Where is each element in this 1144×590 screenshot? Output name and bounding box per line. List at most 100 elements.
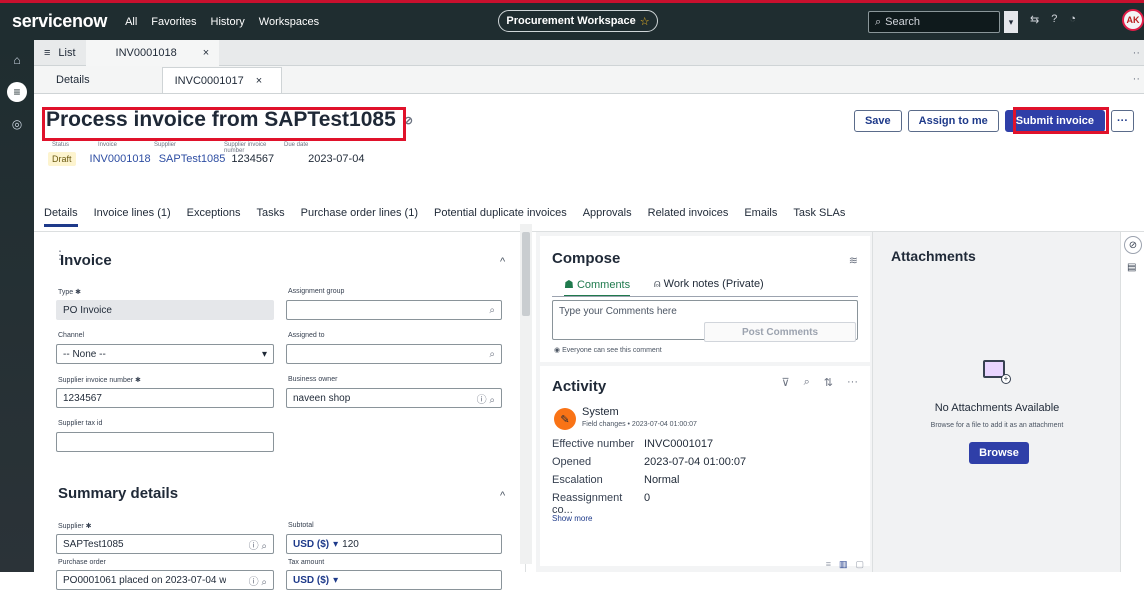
- tax-amount-input[interactable]: USD ($) ▾: [286, 570, 502, 590]
- due-date-value: 2023-07-04: [308, 153, 365, 165]
- activity-avatar: ✎: [554, 408, 576, 430]
- overflow-icon[interactable]: ··: [1133, 47, 1140, 59]
- search-icon[interactable]: ⌕: [261, 577, 267, 588]
- rtab-emails[interactable]: Emails: [744, 207, 777, 227]
- scrollbar-thumb[interactable]: [522, 232, 530, 316]
- global-search[interactable]: ⌕ Search: [868, 11, 1000, 33]
- supplier-invoice-number-input[interactable]: 1234567: [56, 388, 274, 408]
- tab-details[interactable]: Details: [44, 67, 102, 93]
- search-icon[interactable]: ⌕: [489, 395, 495, 406]
- document-icon[interactable]: ▤: [1127, 262, 1136, 273]
- nav-all[interactable]: All: [125, 16, 137, 28]
- chevron-down-icon: ▾: [333, 538, 339, 550]
- info-icon[interactable]: ⓘ: [249, 577, 259, 588]
- attachment-icon[interactable]: ⊘: [1124, 236, 1142, 254]
- workspace-tabs: ≡ List INV0001018 × ··: [34, 39, 1144, 66]
- collapse-invoice-icon[interactable]: ^: [500, 256, 505, 268]
- post-comments-button[interactable]: Post Comments: [704, 322, 856, 342]
- activity-value: INVC0001017: [644, 438, 714, 450]
- tab-comments[interactable]: ☗ Comments: [564, 278, 631, 297]
- help-icon[interactable]: ?: [1051, 13, 1057, 26]
- nav-workspaces[interactable]: Workspaces: [259, 16, 319, 28]
- channel-select[interactable]: -- None -- ▾: [56, 344, 274, 364]
- business-owner-value: naveen shop: [293, 392, 351, 404]
- overflow-icon[interactable]: ··: [1133, 73, 1140, 85]
- lock-icon: ⍝: [654, 278, 661, 290]
- assignment-group-input[interactable]: ⌕: [286, 300, 502, 320]
- form-scrollbar[interactable]: [520, 224, 532, 564]
- invoice-link[interactable]: INV0001018: [90, 153, 151, 165]
- notification-bell-icon[interactable]: ◔: [1069, 13, 1076, 26]
- assign-to-me-button[interactable]: Assign to me: [907, 110, 999, 132]
- subtotal-input[interactable]: USD ($) ▾ 120: [286, 534, 502, 554]
- search-icon[interactable]: ⌕: [489, 349, 495, 360]
- supplier-invoice-number-label: Supplier invoice number ✱: [58, 377, 141, 384]
- full-view-icon[interactable]: ▢: [855, 559, 864, 570]
- tab-list[interactable]: ≡ List: [34, 40, 86, 66]
- comment-tabs-divider: [552, 296, 858, 297]
- supplier-tax-id-label: Supplier tax id: [58, 420, 103, 427]
- tab-invoice-label: INVC0001017: [174, 74, 244, 87]
- tab-record-label: INV0001018: [115, 46, 177, 59]
- search-scope-dropdown[interactable]: ▾: [1004, 11, 1018, 33]
- purchase-order-input[interactable]: PO0001061 placed on 2023-07-04 w ⓘ ⌕: [56, 570, 274, 590]
- info-icon[interactable]: ⓘ: [249, 541, 259, 552]
- activity-subtitle: Field changes • 2023-07-04 01:00:07: [582, 421, 697, 428]
- assigned-to-input[interactable]: ⌕: [286, 344, 502, 364]
- section-title-summary: Summary details: [58, 485, 179, 502]
- save-button[interactable]: Save: [853, 110, 902, 132]
- collapse-summary-icon[interactable]: ^: [500, 490, 505, 502]
- nav-favorites[interactable]: Favorites: [151, 16, 196, 28]
- translate-icon[interactable]: ⇆: [1030, 13, 1039, 26]
- tab-work-notes[interactable]: ⍝ Work notes (Private): [654, 278, 764, 291]
- rtab-po-lines[interactable]: Purchase order lines (1): [301, 207, 418, 227]
- tax-amount-label: Tax amount: [288, 559, 325, 566]
- channel-label: Channel: [58, 332, 85, 339]
- more-actions-button[interactable]: ···: [1111, 110, 1134, 132]
- tax-currency[interactable]: USD ($): [293, 575, 329, 586]
- filter-settings-icon[interactable]: ≋: [849, 254, 858, 267]
- search-icon[interactable]: ⌕: [804, 376, 810, 389]
- filter-icon[interactable]: ⊽: [782, 376, 790, 389]
- workspace-pill[interactable]: Procurement Workspace ☆: [498, 10, 658, 32]
- browse-button[interactable]: Browse: [969, 442, 1029, 464]
- rtab-exceptions[interactable]: Exceptions: [187, 207, 241, 227]
- rtab-details[interactable]: Details: [44, 207, 78, 227]
- tab-invoice-record[interactable]: INVC0001017 ×: [161, 67, 282, 93]
- close-icon[interactable]: ×: [203, 47, 209, 59]
- nav-history[interactable]: History: [211, 16, 245, 28]
- star-icon[interactable]: ☆: [640, 15, 650, 28]
- type-field: PO Invoice: [56, 300, 274, 320]
- servicenow-logo[interactable]: servicenow: [12, 11, 107, 32]
- supplier-tax-id-input[interactable]: [56, 432, 274, 452]
- search-icon[interactable]: ⌕: [489, 305, 495, 316]
- business-owner-input[interactable]: naveen shop ⓘ ⌕: [286, 388, 502, 408]
- supplier-value: SAPTest1085: [63, 538, 124, 550]
- user-avatar[interactable]: AK: [1122, 9, 1144, 31]
- list-icon[interactable]: ≡: [7, 82, 27, 102]
- search-icon[interactable]: ⌕: [261, 541, 267, 552]
- activity-row: Effective number INVC0001017: [552, 438, 713, 450]
- rtab-approvals[interactable]: Approvals: [583, 207, 632, 227]
- close-icon[interactable]: ×: [256, 75, 262, 87]
- more-icon[interactable]: ···: [847, 376, 858, 389]
- list-view-icon[interactable]: ≡: [826, 559, 831, 570]
- tab-record[interactable]: INV0001018 ×: [85, 39, 220, 66]
- rtab-task-slas[interactable]: Task SLAs: [793, 207, 845, 227]
- dashboard-icon[interactable]: ◎: [7, 114, 27, 134]
- home-icon[interactable]: ⌂: [7, 50, 27, 70]
- business-owner-label: Business owner: [288, 376, 338, 383]
- empty-title: No Attachments Available: [934, 402, 1060, 414]
- show-more-link[interactable]: Show more: [552, 514, 592, 523]
- split-view-icon[interactable]: ▥: [839, 559, 848, 570]
- supplier-link[interactable]: SAPTest1085: [159, 153, 226, 165]
- rtab-potential-duplicates[interactable]: Potential duplicate invoices: [434, 207, 567, 227]
- subtotal-currency[interactable]: USD ($): [293, 539, 329, 550]
- supplier-input[interactable]: SAPTest1085 ⓘ ⌕: [56, 534, 274, 554]
- sort-icon[interactable]: ⇅: [824, 376, 833, 389]
- rtab-tasks[interactable]: Tasks: [256, 207, 284, 227]
- rtab-invoice-lines[interactable]: Invoice lines (1): [94, 207, 171, 227]
- rtab-related-invoices[interactable]: Related invoices: [648, 207, 729, 227]
- info-icon[interactable]: ⓘ: [477, 395, 487, 406]
- subtotal-label: Subtotal: [288, 522, 314, 529]
